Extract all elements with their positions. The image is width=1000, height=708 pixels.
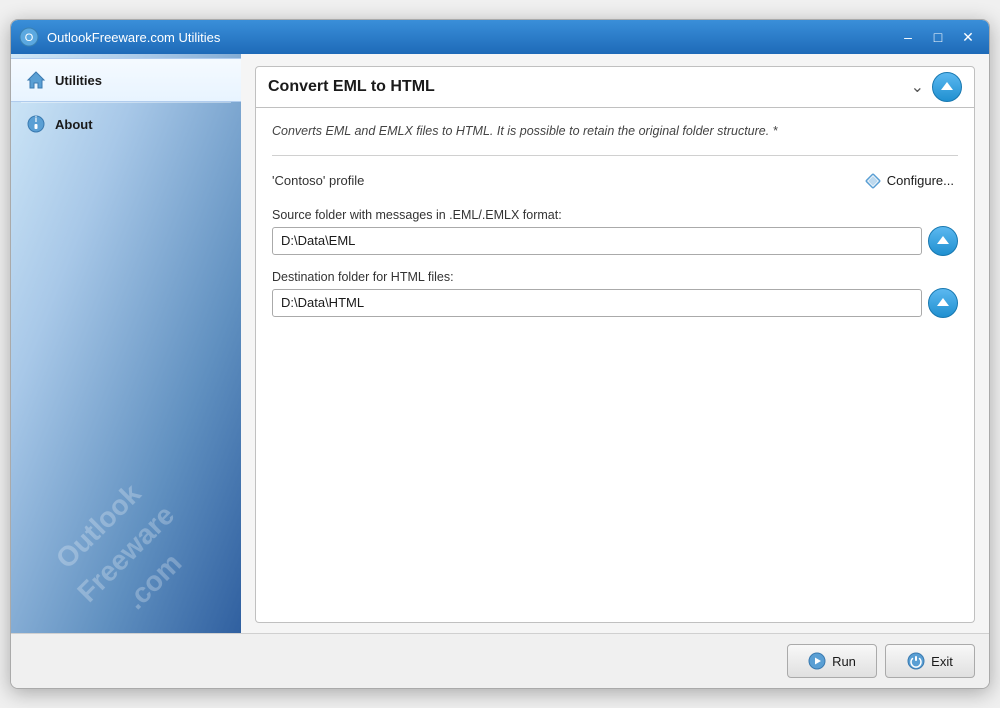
source-folder-input[interactable]	[272, 227, 922, 255]
destination-folder-browse-button[interactable]	[928, 288, 958, 318]
configure-diamond-icon	[864, 172, 882, 190]
dropdown-arrow-icon[interactable]: ⌄	[911, 77, 924, 97]
destination-folder-row	[272, 288, 958, 318]
converter-header: Convert EML to HTML ⌄	[255, 66, 975, 108]
watermark: OutlookFreeware.com	[41, 469, 211, 633]
about-label: About	[55, 117, 93, 132]
destination-folder-label: Destination folder for HTML files:	[272, 270, 958, 284]
app-icon: O	[19, 27, 39, 47]
destination-folder-input[interactable]	[272, 289, 922, 317]
converter-title: Convert EML to HTML	[268, 78, 911, 96]
separator	[272, 155, 958, 156]
maximize-button[interactable]: □	[925, 27, 951, 47]
source-folder-browse-button[interactable]	[928, 226, 958, 256]
svg-text:i: i	[35, 115, 37, 124]
window-controls: – □ ✕	[895, 27, 981, 47]
app-window: O OutlookFreeware.com Utilities – □ ✕ Ut…	[10, 19, 990, 689]
minimize-button[interactable]: –	[895, 27, 921, 47]
utilities-label: Utilities	[55, 73, 102, 88]
main-content: Utilities i About OutlookFreeware.com	[11, 54, 989, 633]
exit-label: Exit	[931, 654, 953, 669]
svg-text:O: O	[25, 32, 34, 44]
profile-label: 'Contoso' profile	[272, 173, 364, 188]
configure-label: Configure...	[887, 173, 954, 188]
run-play-icon	[808, 652, 826, 670]
close-button[interactable]: ✕	[955, 27, 981, 47]
sidebar-item-utilities[interactable]: Utilities	[11, 58, 241, 102]
bottom-bar: Run Exit	[11, 633, 989, 688]
house-icon	[25, 69, 47, 91]
info-icon: i	[25, 113, 47, 135]
sidebar-item-about[interactable]: i About	[11, 103, 241, 145]
source-folder-group: Source folder with messages in .EML/.EML…	[272, 208, 958, 256]
run-label: Run	[832, 654, 856, 669]
source-folder-row	[272, 226, 958, 256]
run-button[interactable]: Run	[787, 644, 877, 678]
right-panel: Convert EML to HTML ⌄ Converts EML and E…	[241, 54, 989, 633]
content-box: Converts EML and EMLX files to HTML. It …	[255, 108, 975, 623]
description-text: Converts EML and EMLX files to HTML. It …	[272, 122, 958, 141]
source-folder-label: Source folder with messages in .EML/.EML…	[272, 208, 958, 222]
configure-button[interactable]: Configure...	[860, 170, 958, 192]
exit-power-icon	[907, 652, 925, 670]
sidebar: Utilities i About OutlookFreeware.com	[11, 54, 241, 633]
exit-button[interactable]: Exit	[885, 644, 975, 678]
destination-folder-group: Destination folder for HTML files:	[272, 270, 958, 318]
titlebar: O OutlookFreeware.com Utilities – □ ✕	[11, 20, 989, 54]
profile-row: 'Contoso' profile Configure...	[272, 170, 958, 192]
window-title: OutlookFreeware.com Utilities	[47, 30, 895, 45]
upload-button[interactable]	[932, 72, 962, 102]
